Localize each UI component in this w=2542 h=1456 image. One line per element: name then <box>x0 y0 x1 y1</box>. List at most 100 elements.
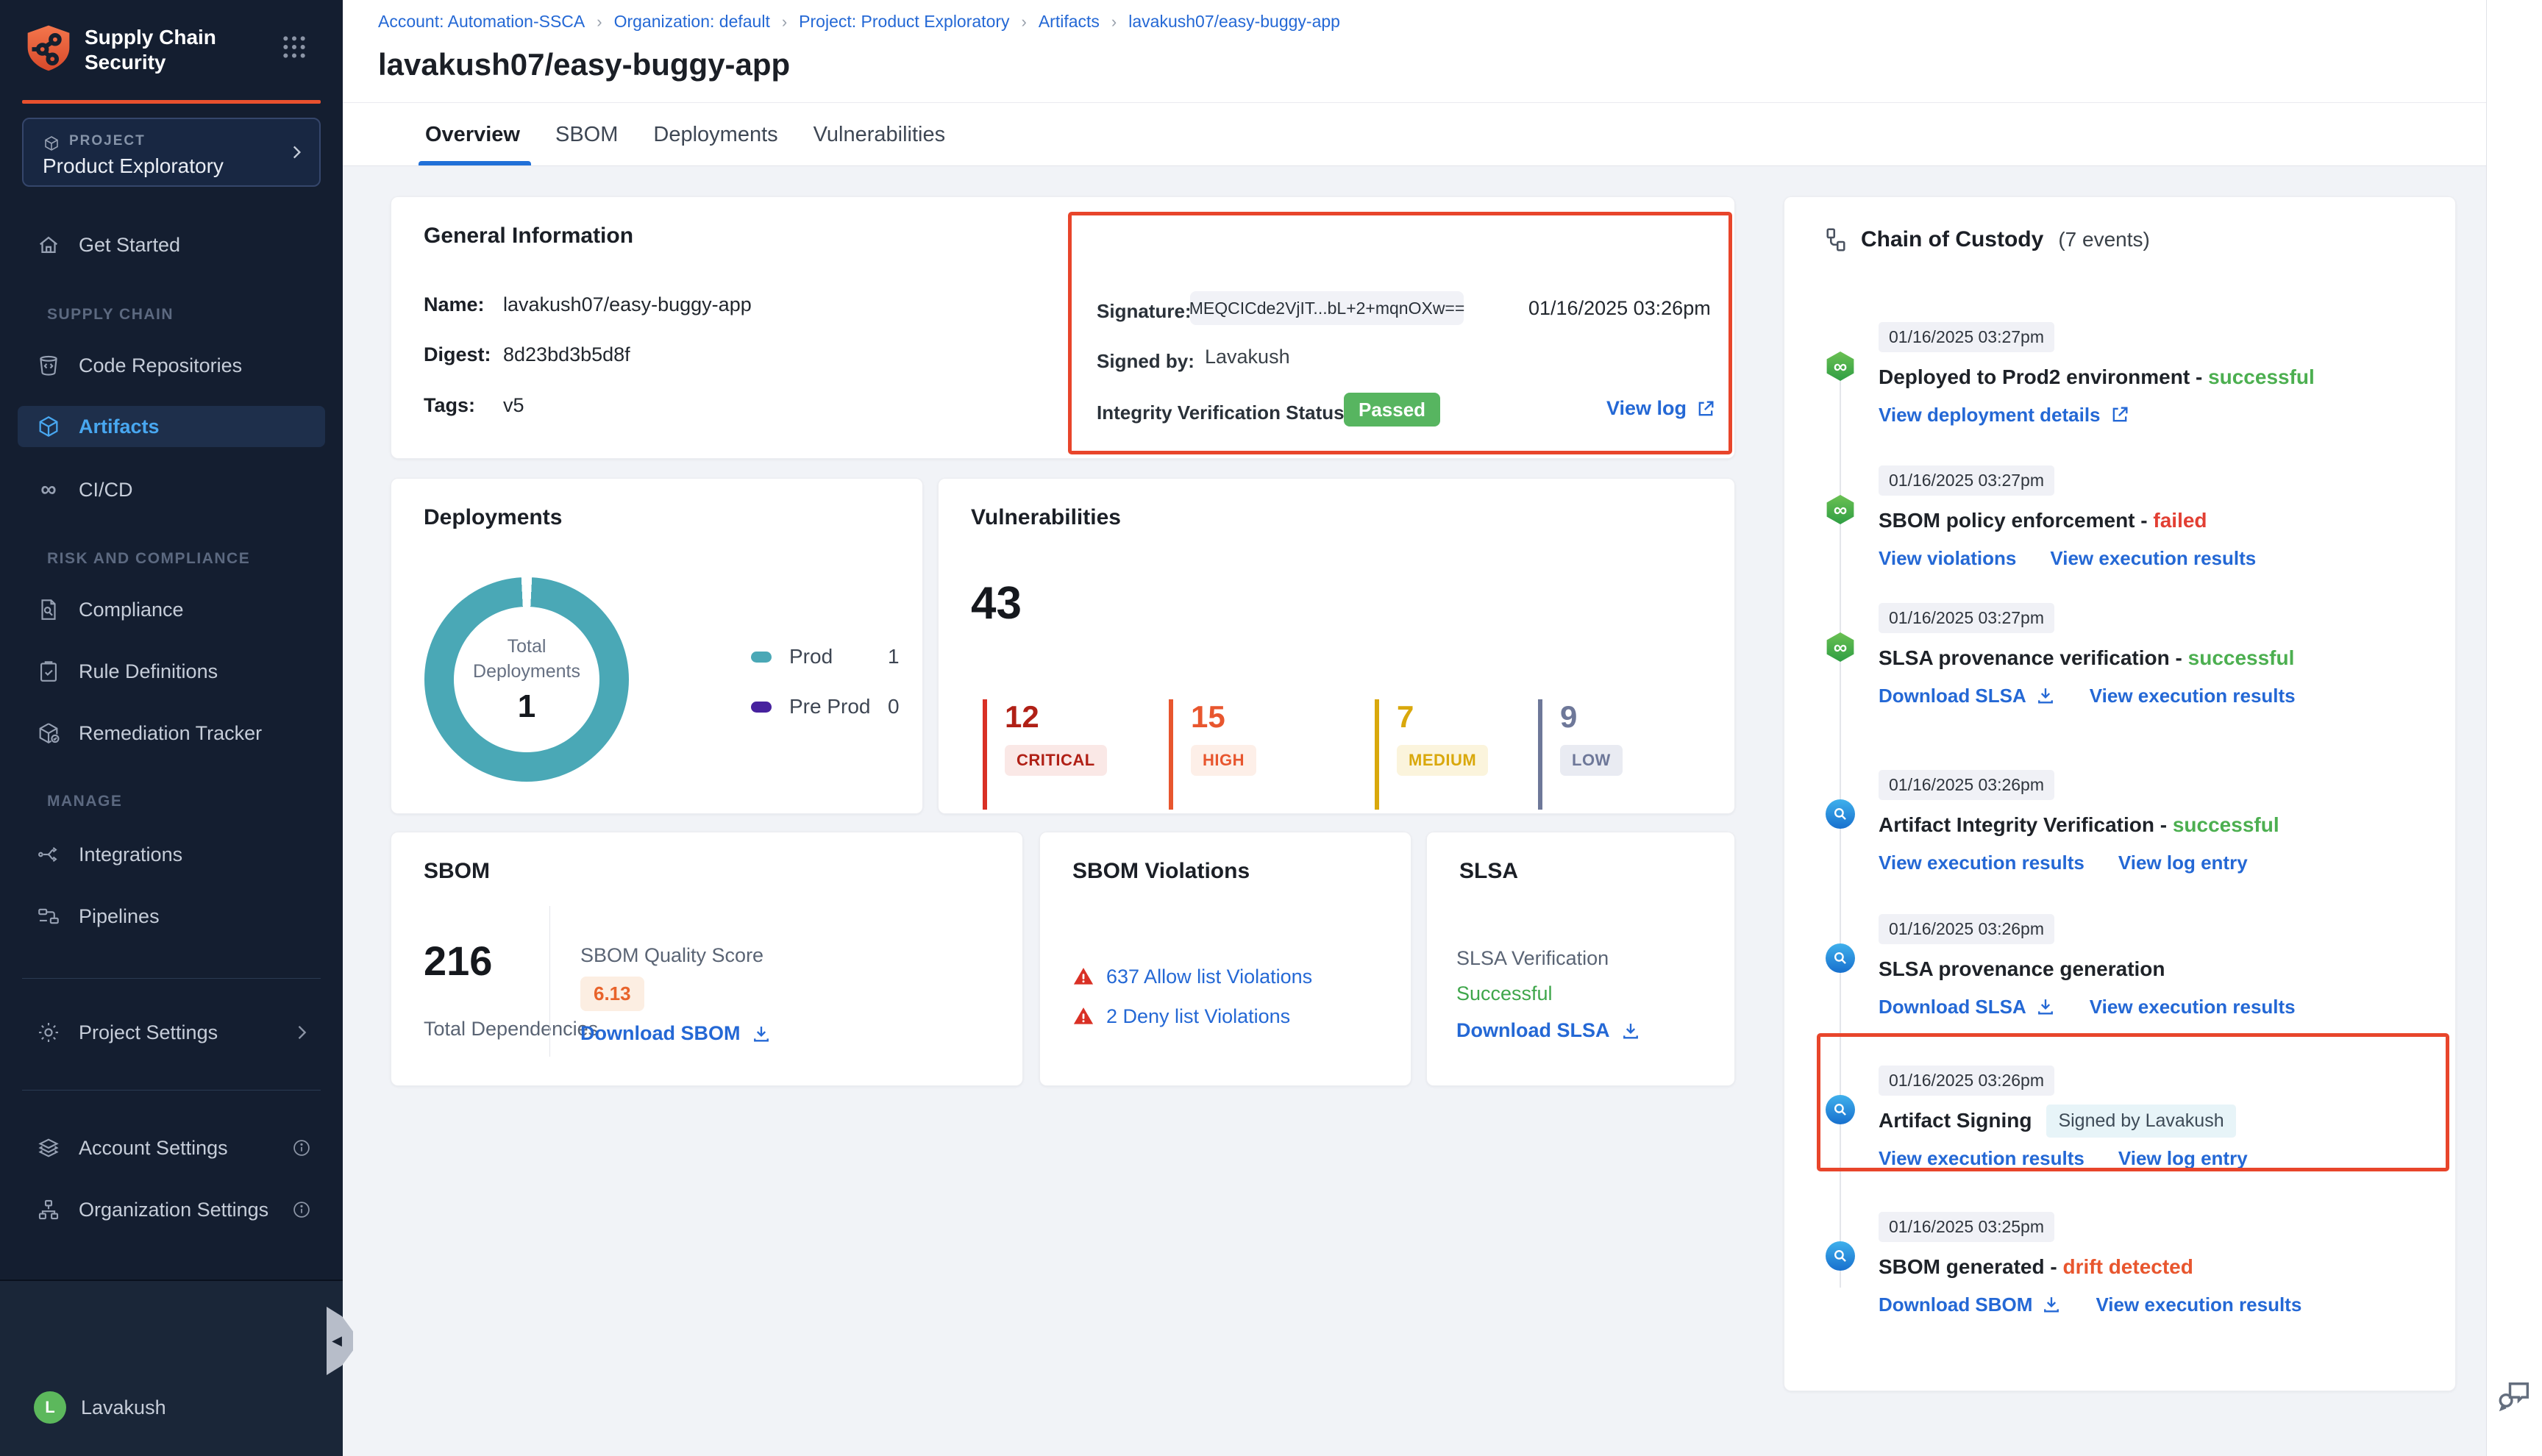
app-grid-icon[interactable] <box>280 32 309 62</box>
breadcrumb-link[interactable]: Account: Automation-SSCA <box>378 12 585 32</box>
sidebar-item-label: Integrations <box>79 843 182 866</box>
sidebar-item-rule-definitions[interactable]: Rule Definitions <box>18 651 325 692</box>
avatar: L <box>34 1391 66 1424</box>
sidebar-item-ci-cd[interactable]: ∞CI/CD <box>18 469 325 510</box>
sidebar-item-pipelines[interactable]: Pipelines <box>18 896 325 937</box>
sidebar-item-artifacts[interactable]: Artifacts <box>18 406 325 447</box>
event-timestamp: 01/16/2025 03:27pm <box>1879 322 2054 352</box>
active-tab-underline <box>419 161 531 165</box>
breadcrumb-link[interactable]: Artifacts <box>1039 12 1100 32</box>
download-sbom-link[interactable]: Download SBOM <box>580 1022 772 1045</box>
page-title: lavakush07/easy-buggy-app <box>378 47 790 82</box>
chain-of-custody-card: Chain of Custody (7 events) ∞01/16/2025 … <box>1784 196 2456 1391</box>
tab-overview[interactable]: Overview <box>425 123 520 147</box>
info-field-value: 8d23bd3b5d8f <box>503 343 630 366</box>
event-link-view-execution-results[interactable]: View execution results <box>2090 685 2296 707</box>
event-link-view-violations[interactable]: View violations <box>1879 547 2016 570</box>
violation-link-row[interactable]: 637 Allow list Violations <box>1072 963 1312 990</box>
sbom-quality-score: 6.13 <box>580 977 644 1011</box>
legend-value: 0 <box>888 695 900 718</box>
event-title-row: SBOM generated - drift detected <box>1879 1252 2429 1282</box>
sidebar-item-label: Code Repositories <box>79 354 242 377</box>
sidebar-item-remediation-tracker[interactable]: Remediation Tracker <box>18 713 325 754</box>
warn-icon <box>1072 966 1094 988</box>
sidebar-item-get-started[interactable]: Get Started <box>18 224 325 265</box>
ssca-event-icon <box>1826 1241 1855 1271</box>
download-slsa-link[interactable]: Download SLSA <box>1456 1019 1641 1042</box>
sidebar-item-label: CI/CD <box>79 479 133 502</box>
severity-badge: MEDIUM <box>1397 745 1488 776</box>
info-field-label: Tags: <box>424 394 503 417</box>
app-logo: Supply Chain Security <box>21 19 328 81</box>
severity-badge: CRITICAL <box>1005 745 1107 776</box>
slsa-verification-status: Successful <box>1456 982 1553 1005</box>
breadcrumb-link[interactable]: Organization: default <box>614 12 770 32</box>
violation-link[interactable]: 637 Allow list Violations <box>1106 966 1312 988</box>
user-name: Lavakush <box>81 1396 166 1419</box>
sidebar-item-code-repositories[interactable]: Code Repositories <box>18 345 325 386</box>
event-title: Deployed to Prod2 environment <box>1879 365 2190 389</box>
sidebar-collapse-handle[interactable]: ◀ <box>327 1307 353 1375</box>
custody-event: 01/16/2025 03:26pmArtifact SigningSigned… <box>1826 1066 2429 1171</box>
event-link-view-execution-results[interactable]: View execution results <box>1879 852 2084 874</box>
project-label: PROJECT <box>69 133 146 149</box>
event-link-download-slsa[interactable]: Download SLSA <box>1879 996 2056 1018</box>
view-log-link[interactable]: View log <box>1606 397 1716 420</box>
breadcrumb: Account: Automation-SSCA › Organization: d… <box>378 12 1340 32</box>
event-link-view-log-entry[interactable]: View log entry <box>2118 852 2248 874</box>
sidebar-item-integrations[interactable]: Integrations <box>18 834 325 875</box>
signature-timestamp: 01/16/2025 03:26pm <box>1528 297 1711 320</box>
sidebar-section-label: SUPPLY CHAIN <box>47 306 174 324</box>
info-field-label: Digest: <box>424 343 503 366</box>
legend-row-pre-prod: Pre Prod0 <box>751 692 877 721</box>
event-link-view-deployment-details[interactable]: View deployment details <box>1879 404 2130 427</box>
right-utility-strip <box>2486 0 2542 1456</box>
event-link-view-execution-results[interactable]: View execution results <box>2050 547 2256 570</box>
shield-logo-icon <box>21 21 76 78</box>
card-title: SLSA <box>1459 859 1518 884</box>
event-link-view-execution-results[interactable]: View execution results <box>1879 1147 2084 1170</box>
event-title-row: Deployed to Prod2 environment - successf… <box>1879 363 2429 392</box>
event-link-label: View execution results <box>2090 996 2296 1018</box>
event-link-label: View log entry <box>2118 1147 2248 1170</box>
event-link-view-log-entry[interactable]: View log entry <box>2118 1147 2248 1170</box>
signed-by-value: Lavakush <box>1205 346 1290 368</box>
user-menu[interactable]: L Lavakush <box>18 1387 325 1428</box>
tabs: Overview SBOM Deployments Vulnerabilities <box>425 103 945 166</box>
gear-icon <box>36 1020 61 1045</box>
violation-link[interactable]: 2 Deny list Violations <box>1106 1005 1290 1028</box>
sidebar-item-compliance[interactable]: Compliance <box>18 589 325 630</box>
event-title: SBOM policy enforcement <box>1879 509 2135 532</box>
event-title: SLSA provenance generation <box>1879 957 2165 981</box>
event-link-view-execution-results[interactable]: View execution results <box>2096 1293 2301 1316</box>
project-selector[interactable]: PROJECT Product Exploratory <box>22 118 321 187</box>
sidebar-item-organization-settings[interactable]: Organization Settings <box>18 1189 325 1230</box>
info-field-value: v5 <box>503 394 524 417</box>
event-title-dash: - <box>2154 813 2173 837</box>
sidebar-item-account-settings[interactable]: Account Settings <box>18 1127 325 1168</box>
card-title: Vulnerabilities <box>971 505 1121 530</box>
event-link-download-sbom[interactable]: Download SBOM <box>1879 1293 2062 1316</box>
breadcrumb-link[interactable]: Project: Product Exploratory <box>799 12 1009 32</box>
tab-vulnerabilities[interactable]: Vulnerabilities <box>813 123 945 147</box>
tab-sbom[interactable]: SBOM <box>555 123 618 147</box>
sidebar-item-project-settings[interactable]: Project Settings <box>18 1012 325 1053</box>
signed-by-label: Signed by: <box>1097 350 1195 373</box>
severity-badge: HIGH <box>1191 745 1256 776</box>
event-timestamp: 01/16/2025 03:26pm <box>1879 770 2054 800</box>
card-title: Deployments <box>424 505 562 530</box>
breadcrumb-separator-icon: › <box>1022 13 1027 32</box>
vulnerabilities-total: 43 <box>971 577 1022 629</box>
tab-deployments[interactable]: Deployments <box>653 123 777 147</box>
breadcrumb-link[interactable]: lavakush07/easy-buggy-app <box>1128 12 1340 32</box>
chat-bubbles-icon[interactable] <box>2496 1377 2534 1415</box>
warn-icon <box>1072 1005 1094 1027</box>
event-link-download-slsa[interactable]: Download SLSA <box>1879 685 2056 707</box>
general-information-card: General Information Name:lavakush07/easy… <box>391 196 1735 459</box>
event-timestamp: 01/16/2025 03:27pm <box>1879 465 2054 496</box>
event-link-view-execution-results[interactable]: View execution results <box>2090 996 2296 1018</box>
card-title: SBOM Violations <box>1072 859 1250 884</box>
event-title-dash: - <box>2170 646 2188 670</box>
violation-link-row[interactable]: 2 Deny list Violations <box>1072 1003 1290 1029</box>
event-title-row: SLSA provenance verification - successfu… <box>1879 643 2429 673</box>
